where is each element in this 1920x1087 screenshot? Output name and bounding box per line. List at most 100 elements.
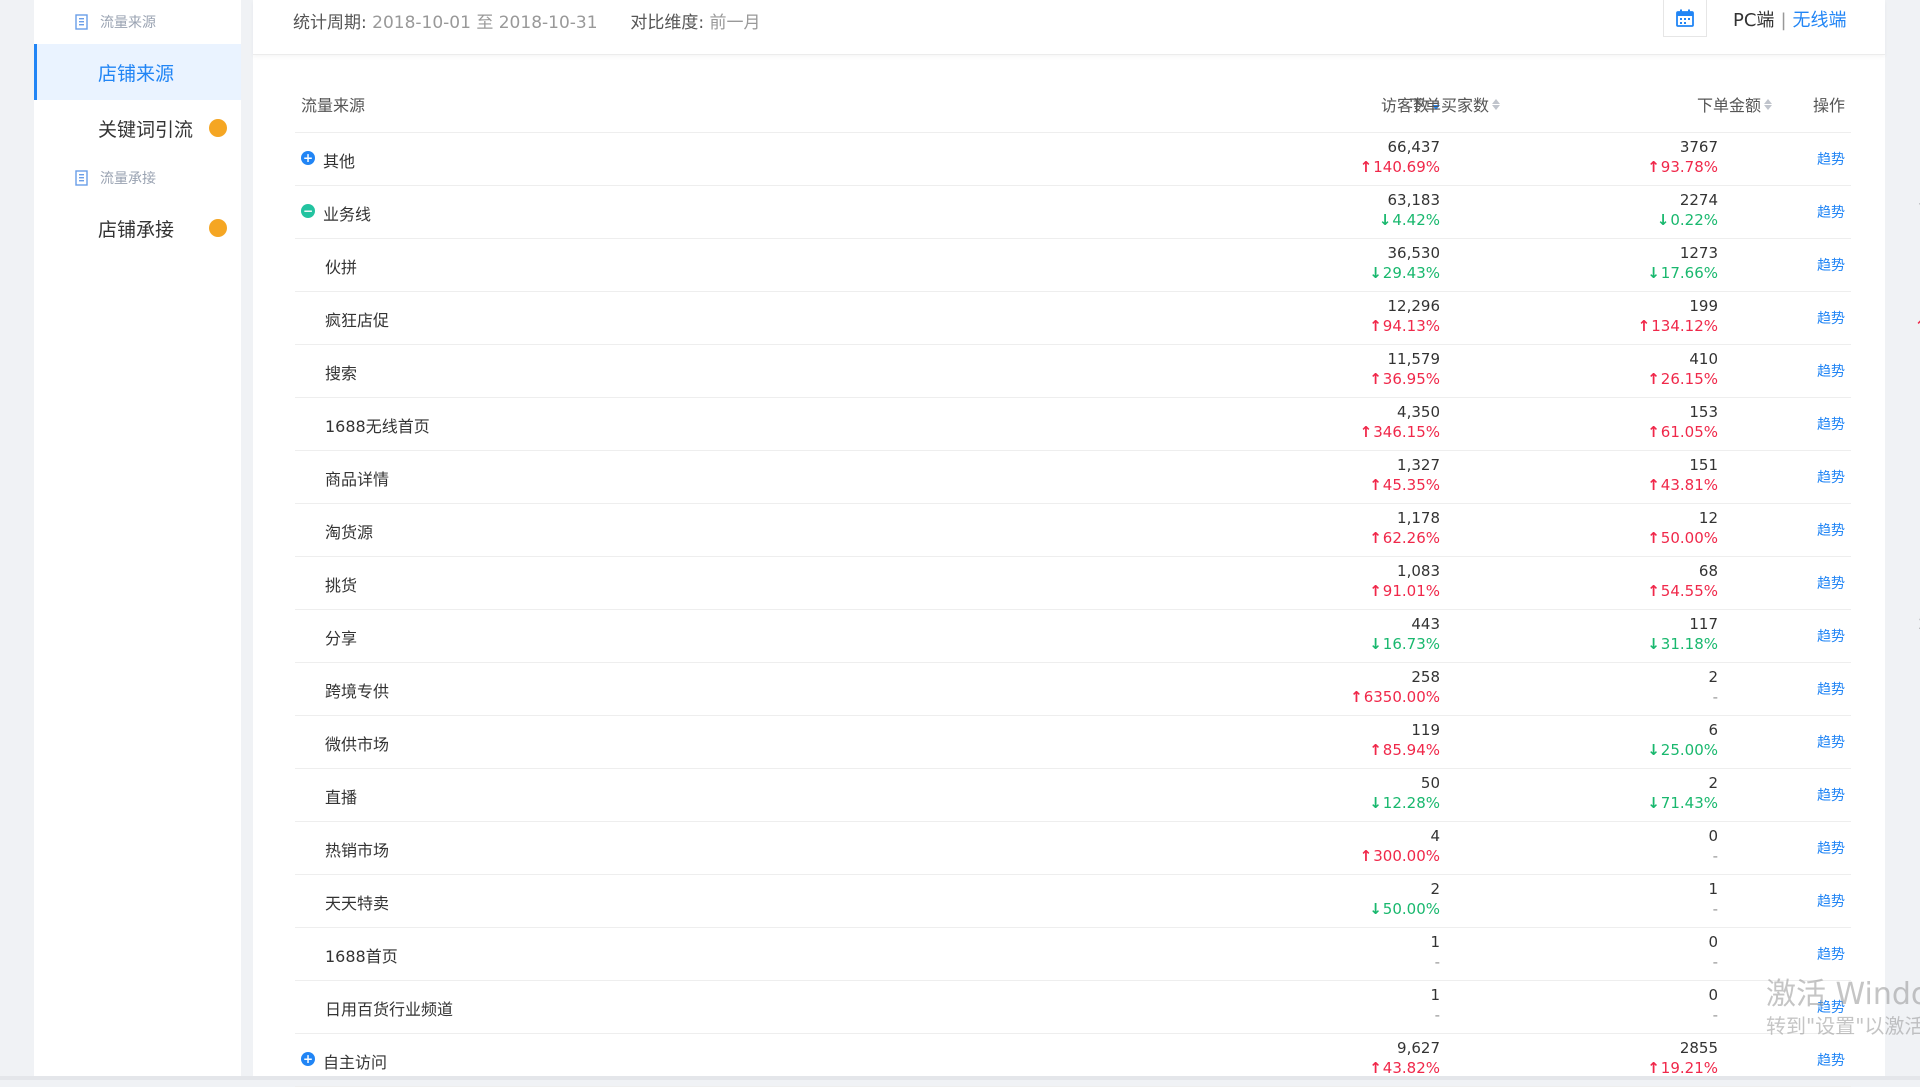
vis-value: 50	[1420, 774, 1440, 792]
buy-change: -	[1708, 687, 1718, 707]
trend-link[interactable]: 趋势	[1817, 255, 1845, 275]
buy-change: ↑43.81%	[1647, 475, 1718, 495]
buy-cell: 1273 ↓17.66%	[1647, 243, 1718, 283]
buy-cell: 199 ↑134.12%	[1638, 296, 1718, 336]
buy-change: ↑50.00%	[1647, 528, 1718, 548]
change-value: 26.15%	[1660, 370, 1718, 388]
column-header-amount[interactable]: 下单金额	[1697, 92, 1773, 116]
buy-value: 2	[1708, 668, 1718, 686]
sidebar-item-keyword[interactable]: 关键词引流	[34, 100, 241, 156]
arrow-down-icon: ↓	[1369, 635, 1382, 653]
arrow-up-icon: ↑	[1647, 1059, 1660, 1077]
expand-icon[interactable]: +	[301, 151, 315, 165]
trend-link[interactable]: 趋势	[1817, 361, 1845, 381]
change-value: 300.00%	[1373, 847, 1440, 865]
column-header-buyers[interactable]: 下单买家数	[1409, 92, 1501, 116]
vis-value: 258	[1411, 668, 1440, 686]
trend-link[interactable]: 趋势	[1817, 202, 1845, 222]
buy-change: -	[1708, 899, 1718, 919]
vis-cell: 119 ↑85.94%	[1369, 720, 1440, 760]
change-value: -	[1434, 953, 1440, 971]
trend-link[interactable]: 趋势	[1817, 838, 1845, 858]
buy-value: 2274	[1679, 191, 1718, 209]
trend-link[interactable]: 趋势	[1817, 308, 1845, 328]
buy-change: ↓0.22%	[1657, 210, 1718, 230]
trend-link[interactable]: 趋势	[1817, 997, 1845, 1017]
table-row: 天天特卖 2 ↓50.00% 1 - 40 - 趋势	[295, 875, 1851, 928]
arrow-down-icon: ↓	[1369, 264, 1382, 282]
arrow-down-icon: ↓	[1378, 211, 1392, 229]
change-value: 29.43%	[1382, 264, 1440, 282]
trend-link[interactable]: 趋势	[1817, 467, 1845, 487]
trend-link[interactable]: 趋势	[1817, 944, 1845, 964]
vis-cell: 258 ↑6350.00%	[1350, 667, 1440, 707]
source-name: 跨境专供	[325, 682, 390, 701]
trend-link[interactable]: 趋势	[1817, 573, 1845, 593]
buy-value: 0	[1708, 933, 1718, 951]
device-pc-tab[interactable]: PC端	[1733, 10, 1774, 31]
calendar-button[interactable]	[1663, 0, 1707, 37]
change-value: 93.78%	[1660, 158, 1718, 176]
vis-value: 63,183	[1387, 191, 1441, 209]
change-value: 62.26%	[1382, 529, 1440, 547]
source-name: 微供市场	[325, 735, 390, 754]
vis-value: 1	[1430, 933, 1440, 951]
buy-cell: 68 ↑54.55%	[1647, 561, 1718, 601]
expand-icon[interactable]: +	[301, 1052, 315, 1066]
buy-cell: 2 ↓71.43%	[1647, 773, 1718, 813]
source-name: 搜索	[325, 364, 358, 383]
change-value: -	[1712, 847, 1718, 865]
trend-link[interactable]: 趋势	[1817, 149, 1845, 169]
collapse-icon[interactable]: −	[301, 204, 315, 218]
trend-link[interactable]: 趋势	[1817, 732, 1845, 752]
buy-cell: 2274 ↓0.22%	[1657, 190, 1718, 230]
vis-change: -	[1430, 1005, 1440, 1025]
buy-value: 199	[1689, 297, 1718, 315]
source-name: 挑货	[325, 576, 358, 595]
trend-link[interactable]: 趋势	[1817, 891, 1845, 911]
arrow-up-icon: ↑	[1647, 423, 1660, 441]
sidebar-item-shop-accept[interactable]: 店铺承接	[34, 200, 241, 256]
change-value: 50.00%	[1382, 900, 1440, 918]
vis-value: 66,437	[1387, 138, 1441, 156]
arrow-up-icon: ↑	[1637, 317, 1651, 335]
buy-cell: 6 ↓25.00%	[1647, 720, 1718, 760]
buy-value: 1273	[1679, 244, 1718, 262]
vis-value: 36,530	[1387, 244, 1441, 262]
buy-cell: 410 ↑26.15%	[1647, 349, 1718, 389]
sidebar-item-shop-source[interactable]: 店铺来源	[34, 44, 241, 100]
device-wireless-tab[interactable]: 无线端	[1793, 10, 1847, 31]
vis-change: ↑140.69%	[1360, 157, 1440, 177]
vis-change: ↑62.26%	[1369, 528, 1440, 548]
buy-value: 1	[1708, 880, 1718, 898]
buy-cell: 153 ↑61.05%	[1647, 402, 1718, 442]
trend-link[interactable]: 趋势	[1817, 679, 1845, 699]
device-switch: PC端 | 无线端	[1733, 6, 1847, 32]
change-value: 12.28%	[1382, 794, 1440, 812]
trend-link[interactable]: 趋势	[1817, 414, 1845, 434]
trend-link[interactable]: 趋势	[1817, 520, 1845, 540]
trend-link[interactable]: 趋势	[1817, 785, 1845, 805]
buy-change: ↑61.05%	[1647, 422, 1718, 442]
table-row: 淘货源 1,178 ↑62.26% 12 ↑50.00% 1,042 ↑25.4…	[295, 504, 1851, 557]
table-body: +其他 66,437 ↑140.69% 3767 ↑93.78% 1,324,7…	[295, 133, 1920, 1087]
change-value: 50.00%	[1660, 529, 1718, 547]
vis-cell: 11,579 ↑36.95%	[1369, 349, 1440, 389]
change-value: 36.95%	[1382, 370, 1440, 388]
trend-link[interactable]: 趋势	[1817, 626, 1845, 646]
arrow-down-icon: ↓	[1647, 264, 1660, 282]
buy-value: 151	[1689, 456, 1718, 474]
amt-change: ↑139.49%	[1915, 316, 1920, 336]
arrow-up-icon: ↑	[1359, 158, 1373, 176]
change-value: 43.82%	[1382, 1059, 1440, 1077]
vis-change: ↓4.42%	[1379, 210, 1440, 230]
source-name: 疯狂店促	[325, 311, 390, 330]
arrow-up-icon: ↑	[1369, 529, 1382, 547]
sort-icon[interactable]	[1764, 98, 1773, 110]
change-value: 45.35%	[1382, 476, 1440, 494]
vis-change: ↑94.13%	[1369, 316, 1440, 336]
trend-link[interactable]: 趋势	[1817, 1050, 1845, 1070]
arrow-up-icon: ↑	[1369, 317, 1382, 335]
sort-icon[interactable]	[1492, 98, 1501, 110]
buy-cell: 12 ↑50.00%	[1647, 508, 1718, 548]
